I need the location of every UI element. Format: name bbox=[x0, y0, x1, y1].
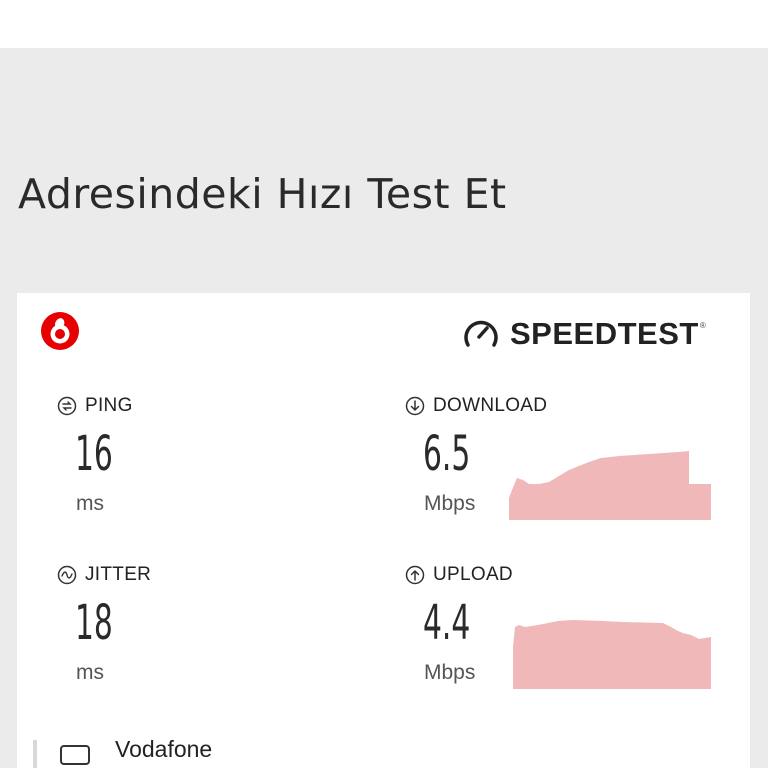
upload-label: UPLOAD bbox=[405, 564, 513, 586]
jitter-label: JITTER bbox=[57, 564, 151, 586]
ping-label: PING bbox=[57, 395, 133, 417]
ping-icon bbox=[57, 396, 77, 416]
ping-value: 16 bbox=[75, 426, 113, 482]
download-value: 6.5 bbox=[423, 426, 471, 482]
vodafone-logo-icon bbox=[41, 312, 79, 350]
ping-unit: ms bbox=[76, 492, 104, 515]
jitter-label-text: JITTER bbox=[85, 564, 152, 585]
speedtest-logo: SPEEDTEST ® bbox=[462, 315, 706, 353]
jitter-unit: ms bbox=[76, 661, 104, 684]
footer-divider bbox=[33, 740, 37, 768]
ping-label-text: PING bbox=[85, 395, 133, 416]
page-title: Adresindeki Hızı Test Et bbox=[18, 170, 507, 218]
upload-arrow-icon bbox=[405, 565, 425, 585]
jitter-icon bbox=[57, 565, 77, 585]
speedtest-card bbox=[17, 293, 750, 768]
jitter-value: 18 bbox=[75, 595, 113, 651]
upload-graph bbox=[513, 620, 711, 689]
download-label: DOWNLOAD bbox=[405, 395, 547, 417]
network-device-icon bbox=[60, 745, 90, 765]
download-arrow-icon bbox=[405, 396, 425, 416]
upload-unit: Mbps bbox=[424, 661, 476, 684]
speedtest-trademark: ® bbox=[699, 321, 706, 330]
upload-value: 4.4 bbox=[423, 595, 471, 651]
isp-name: Vodafone bbox=[115, 736, 213, 762]
upload-label-text: UPLOAD bbox=[433, 564, 513, 585]
download-label-text: DOWNLOAD bbox=[433, 395, 548, 416]
download-unit: Mbps bbox=[424, 492, 476, 515]
speedometer-icon bbox=[464, 320, 498, 347]
top-strip bbox=[0, 0, 768, 48]
speedtest-brand: SPEEDTEST bbox=[510, 316, 699, 351]
download-graph bbox=[509, 451, 711, 520]
